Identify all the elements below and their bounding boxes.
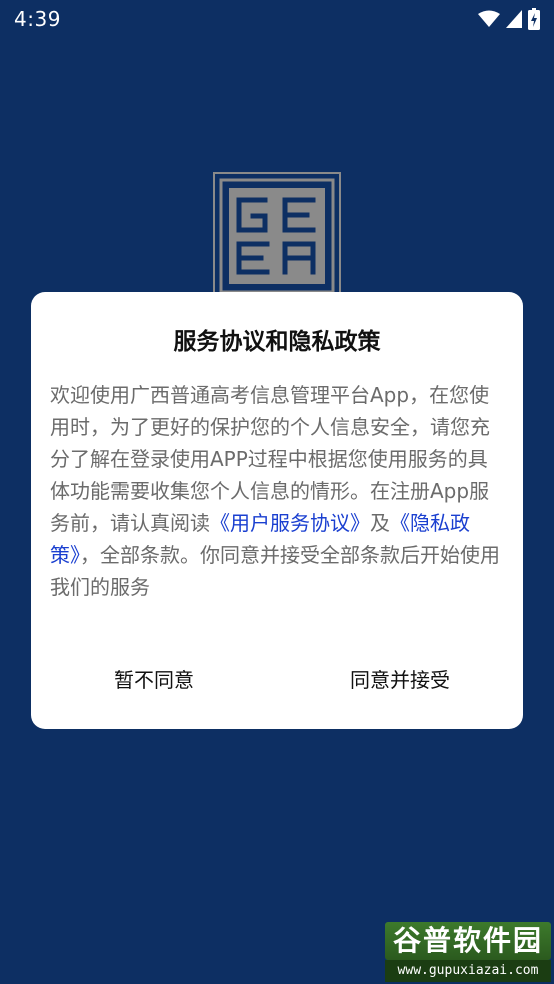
- battery-icon: [528, 8, 540, 30]
- geea-logo: [213, 172, 341, 300]
- watermark-title: 谷普软件园: [385, 922, 551, 960]
- watermark: 谷普软件园 www.gupuxiazai.com: [385, 922, 551, 982]
- user-agreement-link[interactable]: 《用户服务协议》: [210, 511, 370, 535]
- dialog-body: 欢迎使用广西普通高考信息管理平台App，在您使用时，为了更好的保护您的个人信息安…: [50, 379, 506, 603]
- body-text-part2: ，全部条款。你同意并接受全部条款后开始使用我们的服务: [50, 543, 500, 599]
- status-icons: [478, 8, 540, 30]
- accept-button[interactable]: 同意并接受: [277, 660, 523, 700]
- agreement-dialog: 服务协议和隐私政策 欢迎使用广西普通高考信息管理平台App，在您使用时，为了更好…: [31, 292, 523, 729]
- status-bar: 4:39: [0, 0, 554, 38]
- wifi-icon: [478, 10, 500, 27]
- signal-icon: [506, 10, 522, 28]
- body-text-and: 及: [370, 511, 390, 535]
- decline-button[interactable]: 暂不同意: [31, 660, 277, 700]
- status-time: 4:39: [14, 7, 61, 31]
- watermark-url: www.gupuxiazai.com: [385, 960, 551, 982]
- dialog-title: 服务协议和隐私政策: [173, 329, 381, 355]
- dialog-button-row: 暂不同意 同意并接受: [31, 660, 523, 700]
